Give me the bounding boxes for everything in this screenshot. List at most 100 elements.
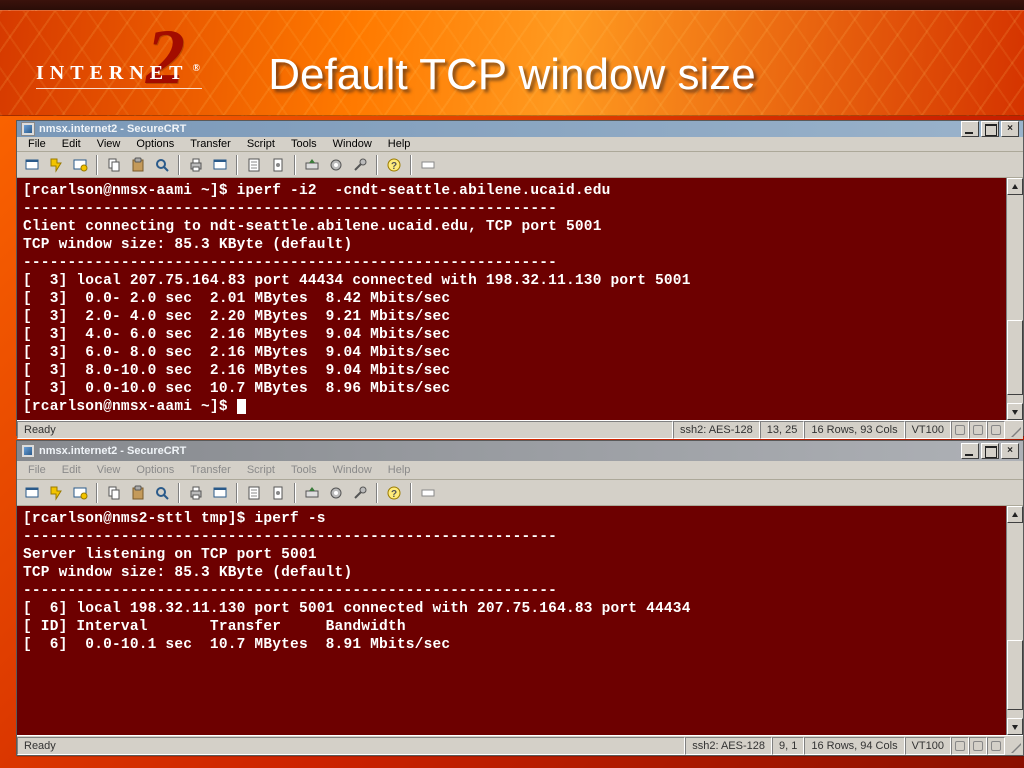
menu-file[interactable]: File [21, 463, 53, 477]
status-ssh: ssh2: AES-128 [673, 421, 760, 439]
menu-edit[interactable]: Edit [55, 463, 88, 477]
scroll-down-icon[interactable] [1007, 718, 1023, 735]
securecrt-window-client: nmsx.internet2 - SecureCRT × File Edit V… [16, 120, 1024, 436]
titlebar[interactable]: nmsx.internet2 - SecureCRT × [17, 121, 1023, 137]
status-size: 16 Rows, 93 Cols [804, 421, 904, 439]
scrollbar[interactable] [1006, 506, 1023, 735]
menu-tools[interactable]: Tools [284, 463, 324, 477]
status-led-icon [987, 421, 1005, 439]
scroll-track[interactable] [1007, 195, 1023, 403]
transfer-icon[interactable] [301, 482, 323, 504]
copy-icon[interactable] [103, 482, 125, 504]
settings-icon[interactable] [267, 482, 289, 504]
scroll-up-icon[interactable] [1007, 178, 1023, 195]
resize-grip-icon[interactable] [1005, 737, 1023, 755]
quick-connect-icon[interactable] [45, 154, 67, 176]
menu-window[interactable]: Window [326, 463, 379, 477]
reconnect-icon[interactable] [69, 154, 91, 176]
properties-icon[interactable] [243, 482, 265, 504]
properties-icon[interactable] [243, 154, 265, 176]
resize-grip-icon[interactable] [1005, 421, 1023, 439]
menu-options[interactable]: Options [129, 137, 181, 151]
scroll-thumb[interactable] [1007, 640, 1023, 710]
toolbar: ? [17, 480, 1023, 506]
svg-text:?: ? [391, 489, 397, 500]
menu-tools[interactable]: Tools [284, 137, 324, 151]
menu-transfer[interactable]: Transfer [183, 137, 238, 151]
status-cursor: 13, 25 [760, 421, 805, 439]
help-icon[interactable]: ? [383, 482, 405, 504]
menu-view[interactable]: View [90, 137, 128, 151]
new-session-icon[interactable] [209, 482, 231, 504]
status-ssh: ssh2: AES-128 [685, 737, 772, 755]
cursor-icon [237, 399, 246, 414]
menu-transfer[interactable]: Transfer [183, 463, 238, 477]
copy-icon[interactable] [103, 154, 125, 176]
connect-icon[interactable] [21, 482, 43, 504]
scroll-down-icon[interactable] [1007, 403, 1023, 420]
securecrt-window-server: nmsx.internet2 - SecureCRT × File Edit V… [16, 440, 1024, 756]
paste-icon[interactable] [127, 154, 149, 176]
status-cursor: 9, 1 [772, 737, 804, 755]
new-session-icon[interactable] [209, 154, 231, 176]
menubar: File Edit View Options Transfer Script T… [17, 461, 1023, 480]
paste-icon[interactable] [127, 482, 149, 504]
quick-connect-icon[interactable] [45, 482, 67, 504]
tools-icon[interactable] [349, 482, 371, 504]
close-button[interactable]: × [1001, 121, 1019, 137]
gear-icon[interactable] [325, 482, 347, 504]
find-icon[interactable] [151, 154, 173, 176]
app-icon [21, 122, 35, 136]
statusbar: Ready ssh2: AES-128 13, 25 16 Rows, 93 C… [17, 420, 1023, 439]
menu-edit[interactable]: Edit [55, 137, 88, 151]
toggle-icon[interactable] [417, 482, 439, 504]
menu-options[interactable]: Options [129, 463, 181, 477]
status-led-icon [987, 737, 1005, 755]
scrollbar[interactable] [1006, 178, 1023, 420]
minimize-button[interactable] [961, 121, 979, 137]
print-icon[interactable] [185, 482, 207, 504]
status-led-icon [951, 421, 969, 439]
status-led-icon [969, 421, 987, 439]
gear-icon[interactable] [325, 154, 347, 176]
reconnect-icon[interactable] [69, 482, 91, 504]
find-icon[interactable] [151, 482, 173, 504]
status-term: VT100 [905, 421, 951, 439]
scroll-up-icon[interactable] [1007, 506, 1023, 523]
status-led-icon [951, 737, 969, 755]
terminal-output[interactable]: [rcarlson@nmsx-aami ~]$ iperf -i2 -cndt-… [17, 178, 1006, 420]
slide-title: Default TCP window size [0, 50, 1024, 100]
help-icon[interactable]: ? [383, 154, 405, 176]
svg-text:?: ? [391, 161, 397, 172]
menu-view[interactable]: View [90, 463, 128, 477]
status-ready: Ready [17, 737, 685, 755]
scroll-thumb[interactable] [1007, 320, 1023, 395]
maximize-button[interactable] [981, 443, 999, 459]
scroll-track[interactable] [1007, 523, 1023, 718]
window-title: nmsx.internet2 - SecureCRT [39, 123, 186, 135]
maximize-button[interactable] [981, 121, 999, 137]
menu-script[interactable]: Script [240, 137, 282, 151]
titlebar[interactable]: nmsx.internet2 - SecureCRT × [17, 441, 1023, 461]
menu-help[interactable]: Help [381, 463, 418, 477]
menu-window[interactable]: Window [326, 137, 379, 151]
tools-icon[interactable] [349, 154, 371, 176]
settings-icon[interactable] [267, 154, 289, 176]
status-term: VT100 [905, 737, 951, 755]
toolbar: ? [17, 152, 1023, 178]
transfer-icon[interactable] [301, 154, 323, 176]
print-icon[interactable] [185, 154, 207, 176]
menu-file[interactable]: File [21, 137, 53, 151]
app-icon [21, 444, 35, 458]
menu-script[interactable]: Script [240, 463, 282, 477]
menubar: File Edit View Options Transfer Script T… [17, 137, 1023, 152]
status-led-icon [969, 737, 987, 755]
connect-icon[interactable] [21, 154, 43, 176]
minimize-button[interactable] [961, 443, 979, 459]
toggle-icon[interactable] [417, 154, 439, 176]
terminal-output[interactable]: [rcarlson@nms2-sttl tmp]$ iperf -s -----… [17, 506, 1006, 735]
menu-help[interactable]: Help [381, 137, 418, 151]
close-button[interactable]: × [1001, 443, 1019, 459]
window-title: nmsx.internet2 - SecureCRT [39, 445, 186, 457]
statusbar: Ready ssh2: AES-128 9, 1 16 Rows, 94 Col… [17, 735, 1023, 755]
